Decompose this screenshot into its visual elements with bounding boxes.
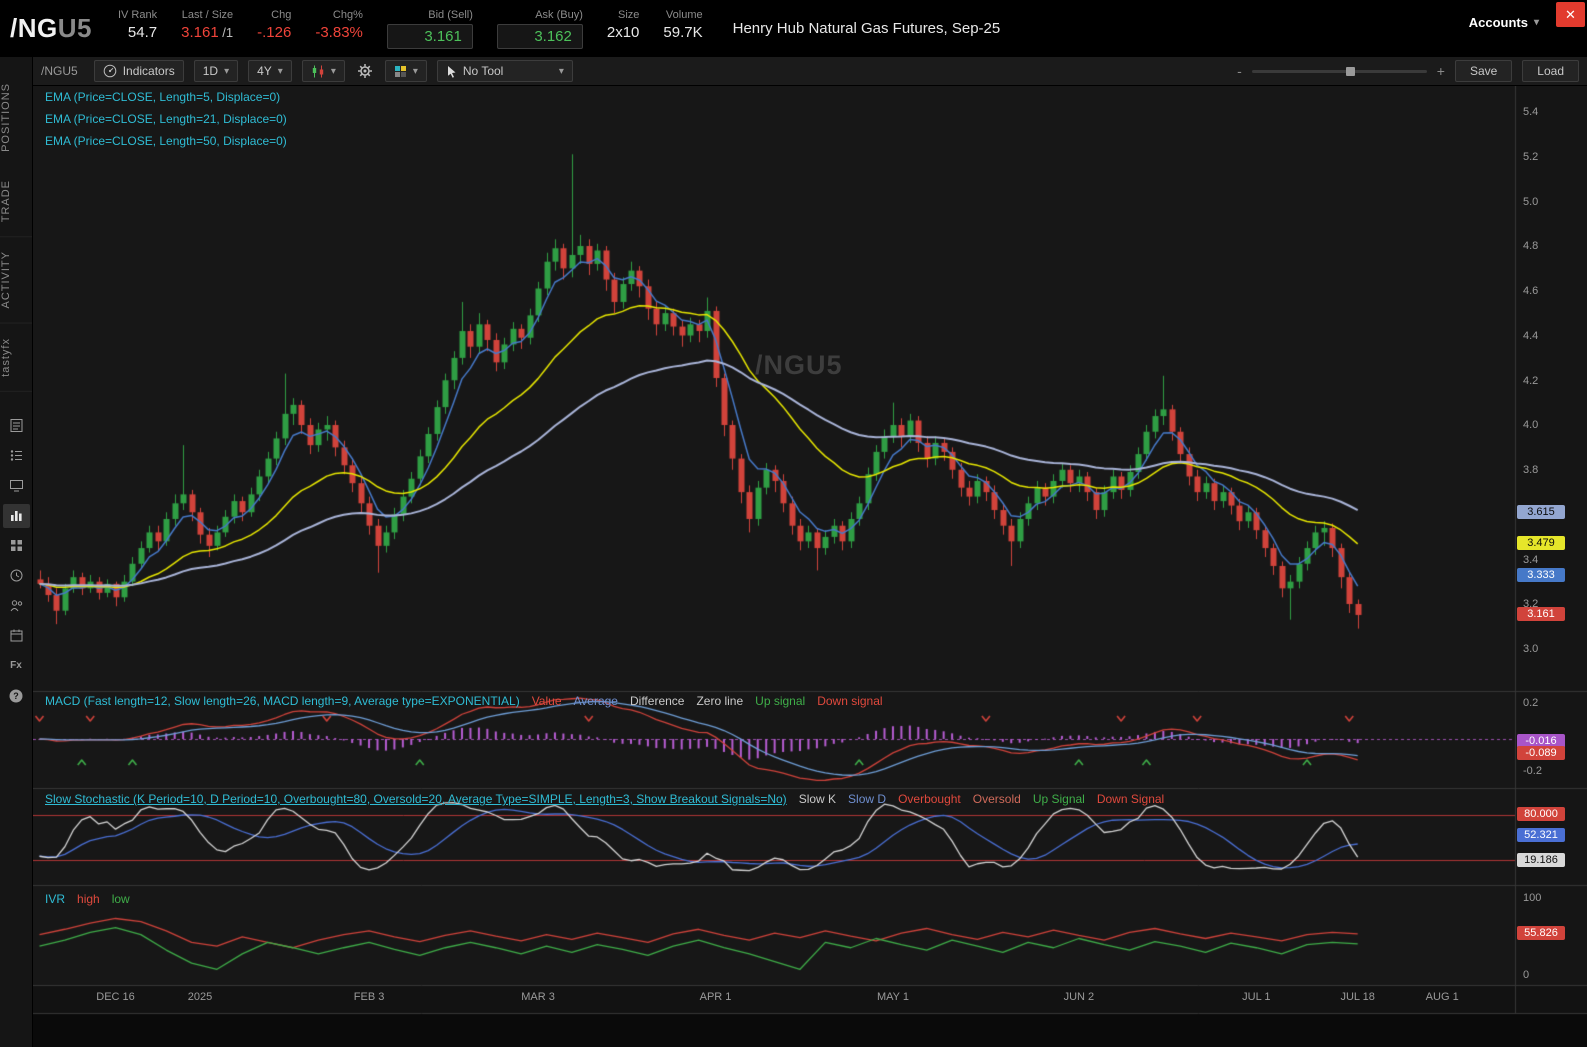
chart-style-icon <box>394 65 407 78</box>
last-size-field: Last / Size 3.161 /1 <box>181 8 234 41</box>
chevron-down-icon: ▾ <box>412 65 418 77</box>
stochastic-study-label[interactable]: Slow Stochastic (K Period=10, D Period=1… <box>45 792 787 806</box>
zoom-out-button[interactable]: - <box>1237 63 1242 79</box>
timeframe-dropdown[interactable]: 1D ▾ <box>193 60 239 82</box>
stoch-legend-down-signal: Down Signal <box>1096 792 1165 806</box>
sidebar-modules: Fx ? <box>0 414 32 708</box>
history-icon[interactable] <box>3 564 30 588</box>
chg-field: Chg -.126 <box>257 8 292 41</box>
chevron-down-icon: ▾ <box>558 65 564 77</box>
load-button[interactable]: Load <box>1522 60 1579 82</box>
watchlist-icon[interactable] <box>3 444 30 468</box>
stochastic-legend: Slow Stochastic (K Period=10, D Period=1… <box>45 792 1164 806</box>
zoom-slider-handle[interactable] <box>1346 66 1356 76</box>
sidebar-tab-positions[interactable]: POSITIONS <box>0 69 32 166</box>
volume-field: Volume 59.7K <box>663 8 703 41</box>
size-field: Size 2x10 <box>606 8 640 41</box>
symbol-title: /NGU5 <box>10 13 92 44</box>
price-chart-canvas[interactable] <box>33 86 1587 1047</box>
study-label-ema5[interactable]: EMA (Price=CLOSE, Length=5, Displace=0) <box>45 90 287 112</box>
chevron-down-icon: ▾ <box>330 65 336 77</box>
contacts-icon[interactable] <box>3 594 30 618</box>
sidebar-tab-tastyfx[interactable]: tastyfx <box>0 323 32 392</box>
candlestick-icon <box>311 65 325 78</box>
accounts-menu[interactable]: Accounts ▾ <box>1469 15 1539 30</box>
sidebar-tab-trade[interactable]: TRADE <box>0 165 32 238</box>
help-icon[interactable]: ? <box>3 684 30 708</box>
ivr-legend-high: high <box>77 892 100 906</box>
fx-icon[interactable]: Fx <box>3 654 30 678</box>
contract-description: Henry Hub Natural Gas Futures, Sep-25 <box>732 20 1001 37</box>
ivr-legend: IVR high low <box>45 892 130 906</box>
platform-icon[interactable] <box>3 474 30 498</box>
svg-text:?: ? <box>13 691 19 701</box>
macd-legend: MACD (Fast length=12, Slow length=26, MA… <box>45 694 883 708</box>
stoch-legend-slow-k: Slow K <box>798 792 837 806</box>
stoch-legend-overbought: Overbought <box>898 792 961 806</box>
symbol-watermark: /NGU5 <box>755 350 843 380</box>
macd-study-label[interactable]: MACD (Fast length=12, Slow length=26, MA… <box>45 694 520 708</box>
chevron-down-icon: ▾ <box>224 65 230 77</box>
study-label-ema50[interactable]: EMA (Price=CLOSE, Length=50, Displace=0) <box>45 134 287 156</box>
chart-area: EMA (Price=CLOSE, Length=5, Displace=0) … <box>33 86 1587 1047</box>
chg-pct-field: Chg% -3.83% <box>315 8 363 41</box>
cursor-icon <box>446 65 457 78</box>
macd-legend-average: Average <box>573 694 618 708</box>
ask-buy-button[interactable]: 3.162 <box>496 23 583 49</box>
stoch-legend-up-signal: Up Signal <box>1032 792 1085 806</box>
calendar-icon[interactable] <box>3 624 30 648</box>
macd-legend-difference: Difference <box>629 694 685 708</box>
study-label-ema21[interactable]: EMA (Price=CLOSE, Length=21, Displace=0) <box>45 112 287 134</box>
macd-legend-down-signal: Down signal <box>817 694 883 708</box>
range-dropdown[interactable]: 4Y ▾ <box>248 60 292 82</box>
zoom-slider[interactable] <box>1251 66 1427 76</box>
macd-legend-zeroline: Zero line <box>696 694 744 708</box>
study-labels: EMA (Price=CLOSE, Length=5, Displace=0) … <box>45 90 287 156</box>
symbol-month: U5 <box>57 13 92 43</box>
ask-field: Ask (Buy) 3.162 <box>496 9 583 49</box>
chevron-down-icon: ▾ <box>1533 17 1539 28</box>
quote-fields: IV Rank 54.7 Last / Size 3.161 /1 Chg -.… <box>118 9 703 49</box>
left-sidebar: POSITIONS TRADE ACTIVITY tastyfx Fx ? <box>0 57 33 1047</box>
chart-type-dropdown[interactable]: ▾ <box>301 60 345 82</box>
macd-legend-up-signal: Up signal <box>755 694 806 708</box>
close-window-button[interactable]: ✕ <box>1556 2 1585 27</box>
chevron-down-icon: ▾ <box>277 65 283 77</box>
bid-field: Bid (Sell) 3.161 <box>386 9 473 49</box>
indicators-button[interactable]: Indicators <box>93 60 184 82</box>
indicators-icon <box>103 64 117 78</box>
notes-icon[interactable] <box>3 414 30 438</box>
stoch-legend-slow-d: Slow D <box>848 792 887 806</box>
save-button[interactable]: Save <box>1454 60 1513 82</box>
ivr-legend-low: low <box>111 892 130 906</box>
chart-icon[interactable] <box>2 503 30 528</box>
bid-sell-button[interactable]: 3.161 <box>386 23 473 49</box>
close-icon: ✕ <box>1565 6 1576 22</box>
symbol-root: /NG <box>10 13 58 43</box>
macd-legend-value: Value <box>531 694 562 708</box>
sidebar-tab-activity[interactable]: ACTIVITY <box>0 237 32 324</box>
stoch-legend-oversold: Oversold <box>972 792 1021 806</box>
chart-style-dropdown[interactable]: ▾ <box>384 60 427 82</box>
tastytrade-app: /NGU5 IV Rank 54.7 Last / Size 3.161 /1 … <box>0 0 1587 1047</box>
chart-toolbar: /NGU5 Indicators 1D ▾ 4Y ▾ ▾ ▾ No Tool ▾… <box>33 57 1587 86</box>
ivr-study-label[interactable]: IVR <box>45 892 65 906</box>
drawing-tool-dropdown[interactable]: No Tool ▾ <box>436 60 573 82</box>
apps-icon[interactable] <box>3 534 30 558</box>
iv-rank-field: IV Rank 54.7 <box>117 8 158 41</box>
zoom-in-button[interactable]: + <box>1437 63 1445 79</box>
quote-header: /NGU5 IV Rank 54.7 Last / Size 3.161 /1 … <box>0 0 1587 57</box>
toolbar-symbol: /NGU5 <box>41 64 78 78</box>
chart-settings-gear-icon[interactable] <box>357 63 373 79</box>
